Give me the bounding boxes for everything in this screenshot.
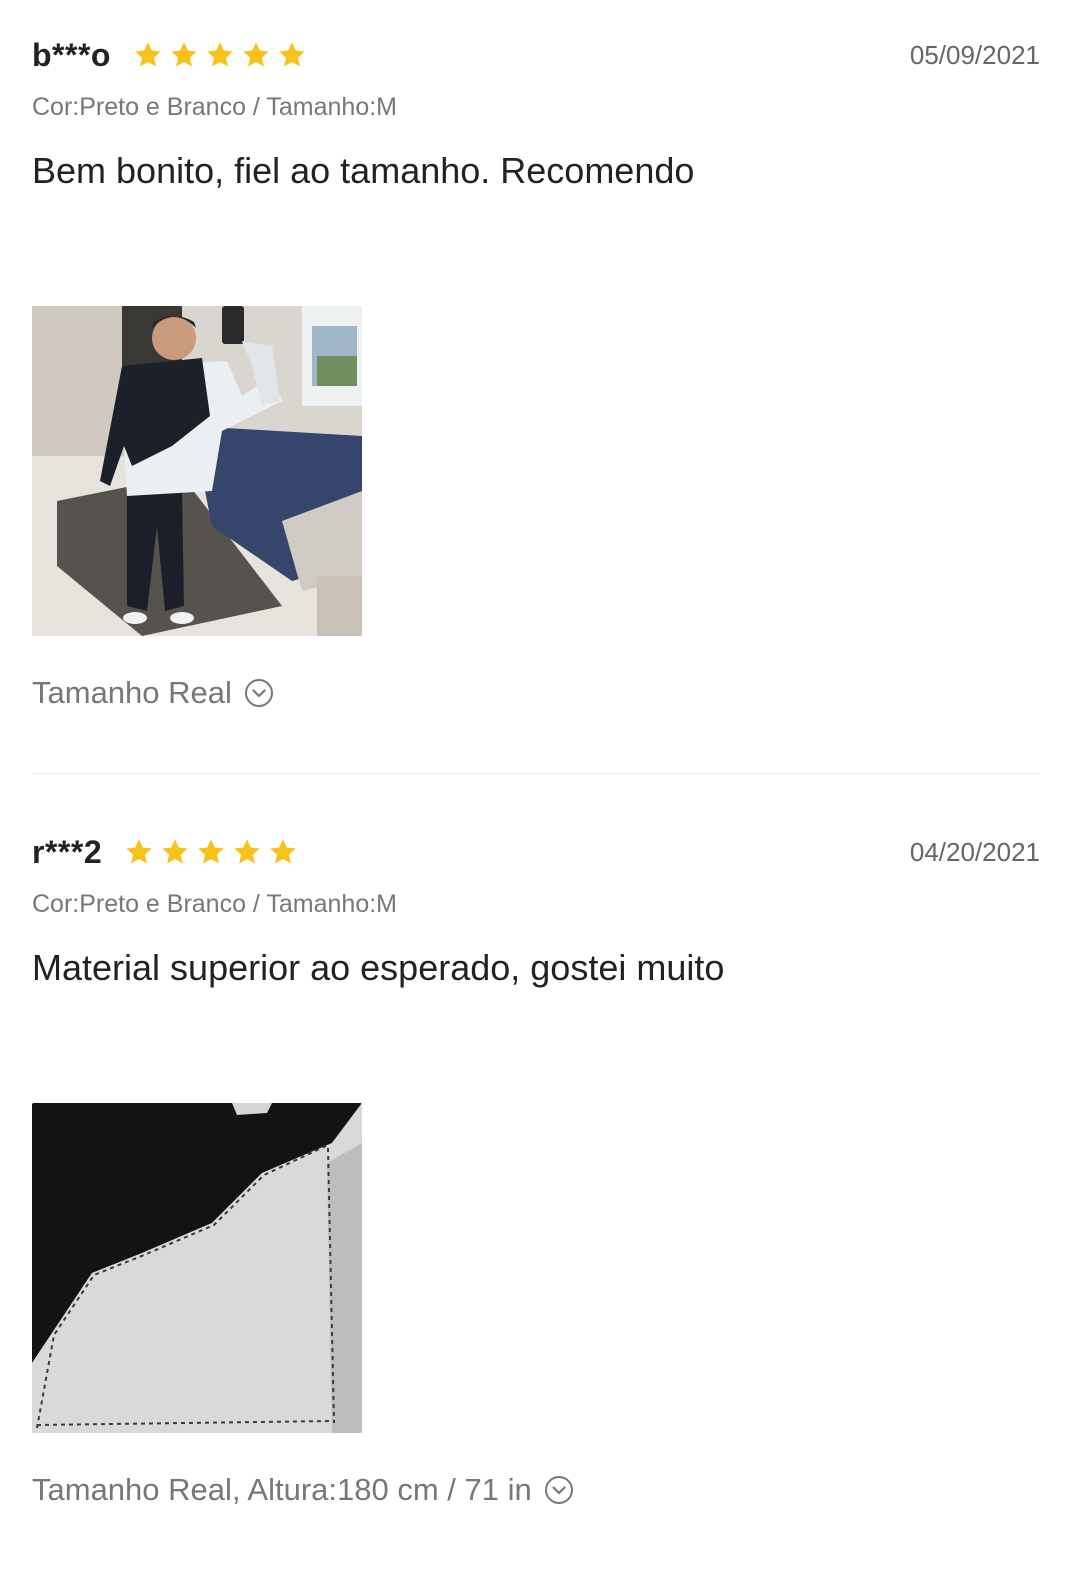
size-fit-toggle[interactable]: Tamanho Real: [32, 675, 274, 711]
review-item: r***2 04/20/2021 Cor:Preto e Branco / Ta…: [32, 827, 1040, 1507]
chevron-down-circle-icon: [544, 1476, 573, 1504]
star-icon: [243, 42, 269, 67]
chevron-down-circle-icon: [244, 679, 273, 707]
review-header: b***o 05/09/2021: [32, 30, 1040, 80]
star-icon: [162, 839, 188, 864]
product-variant: Cor:Preto e Branco / Tamanho:M: [32, 93, 397, 121]
star-icon: [198, 839, 224, 864]
product-variant: Cor:Preto e Branco / Tamanho:M: [32, 890, 397, 918]
star-icon: [126, 839, 152, 864]
star-icon: [135, 42, 161, 67]
star-rating: [133, 40, 307, 70]
review-photo[interactable]: [32, 306, 362, 636]
review-date: 04/20/2021: [909, 837, 1040, 867]
reviewer-name: r***2: [32, 833, 103, 870]
review-divider: [32, 773, 1040, 774]
review-text: Material superior ao esperado, gostei mu…: [32, 947, 725, 988]
review-date: 05/09/2021: [909, 40, 1040, 70]
star-icon: [279, 42, 305, 67]
star-icon: [234, 839, 260, 864]
star-icon: [270, 839, 296, 864]
star-icon: [207, 42, 233, 67]
reviewer-name: b***o: [32, 36, 111, 73]
size-fit-label: Tamanho Real: [32, 675, 232, 710]
star-icon: [171, 42, 197, 67]
review-text: Bem bonito, fiel ao tamanho. Recomendo: [32, 150, 695, 191]
review-header: r***2 04/20/2021: [32, 827, 1040, 877]
size-fit-label: Tamanho Real, Altura:180 cm / 71 in: [32, 1472, 532, 1507]
size-fit-toggle[interactable]: Tamanho Real, Altura:180 cm / 71 in: [32, 1472, 574, 1508]
review-item: b***o 05/09/2021 Cor:Preto e Branco / Ta…: [32, 30, 1040, 710]
star-rating: [124, 837, 298, 867]
review-photo[interactable]: [32, 1103, 362, 1433]
